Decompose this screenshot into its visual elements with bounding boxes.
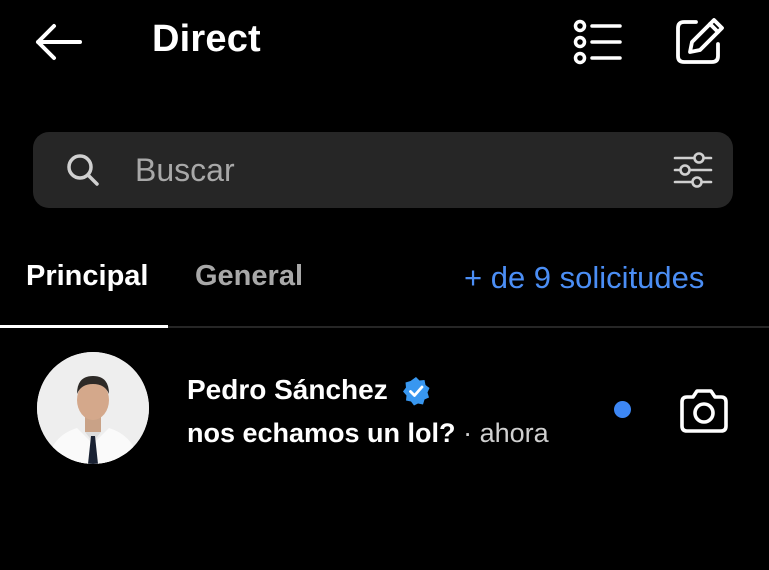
filter-button[interactable] bbox=[671, 148, 715, 192]
message-requests-link[interactable]: + de 9 solicitudes bbox=[464, 260, 704, 296]
back-button[interactable] bbox=[30, 20, 86, 64]
arrow-left-icon bbox=[36, 24, 82, 60]
search-input[interactable] bbox=[135, 132, 655, 208]
tab-principal[interactable]: Principal bbox=[26, 260, 149, 293]
unread-indicator bbox=[614, 401, 631, 418]
tab-general[interactable]: General bbox=[195, 260, 303, 293]
verified-badge-icon bbox=[403, 377, 430, 406]
list-view-button[interactable] bbox=[568, 14, 628, 70]
camera-button[interactable] bbox=[676, 386, 732, 438]
camera-icon bbox=[680, 389, 728, 433]
sliders-icon bbox=[673, 152, 713, 188]
page-title: Direct bbox=[152, 18, 261, 60]
active-tab-indicator bbox=[0, 325, 168, 328]
list-icon bbox=[573, 19, 622, 65]
separator-dot: · bbox=[463, 418, 473, 448]
message-preview: nos echamos un lol? · ahora bbox=[187, 418, 549, 449]
message-time: ahora bbox=[479, 418, 549, 448]
last-message: nos echamos un lol? bbox=[187, 418, 456, 448]
contact-name: Pedro Sánchez bbox=[187, 374, 388, 405]
conversation-row[interactable]: Pedro Sánchez nos echamos un lol? · ahor… bbox=[0, 346, 769, 472]
compose-icon bbox=[676, 18, 724, 64]
new-message-button[interactable] bbox=[670, 14, 730, 70]
avatar bbox=[37, 352, 149, 464]
inbox-tabs: Principal General + de 9 solicitudes bbox=[0, 244, 769, 330]
search-icon bbox=[67, 154, 99, 186]
search-bar[interactable] bbox=[33, 132, 733, 208]
top-bar: Direct bbox=[0, 0, 769, 90]
